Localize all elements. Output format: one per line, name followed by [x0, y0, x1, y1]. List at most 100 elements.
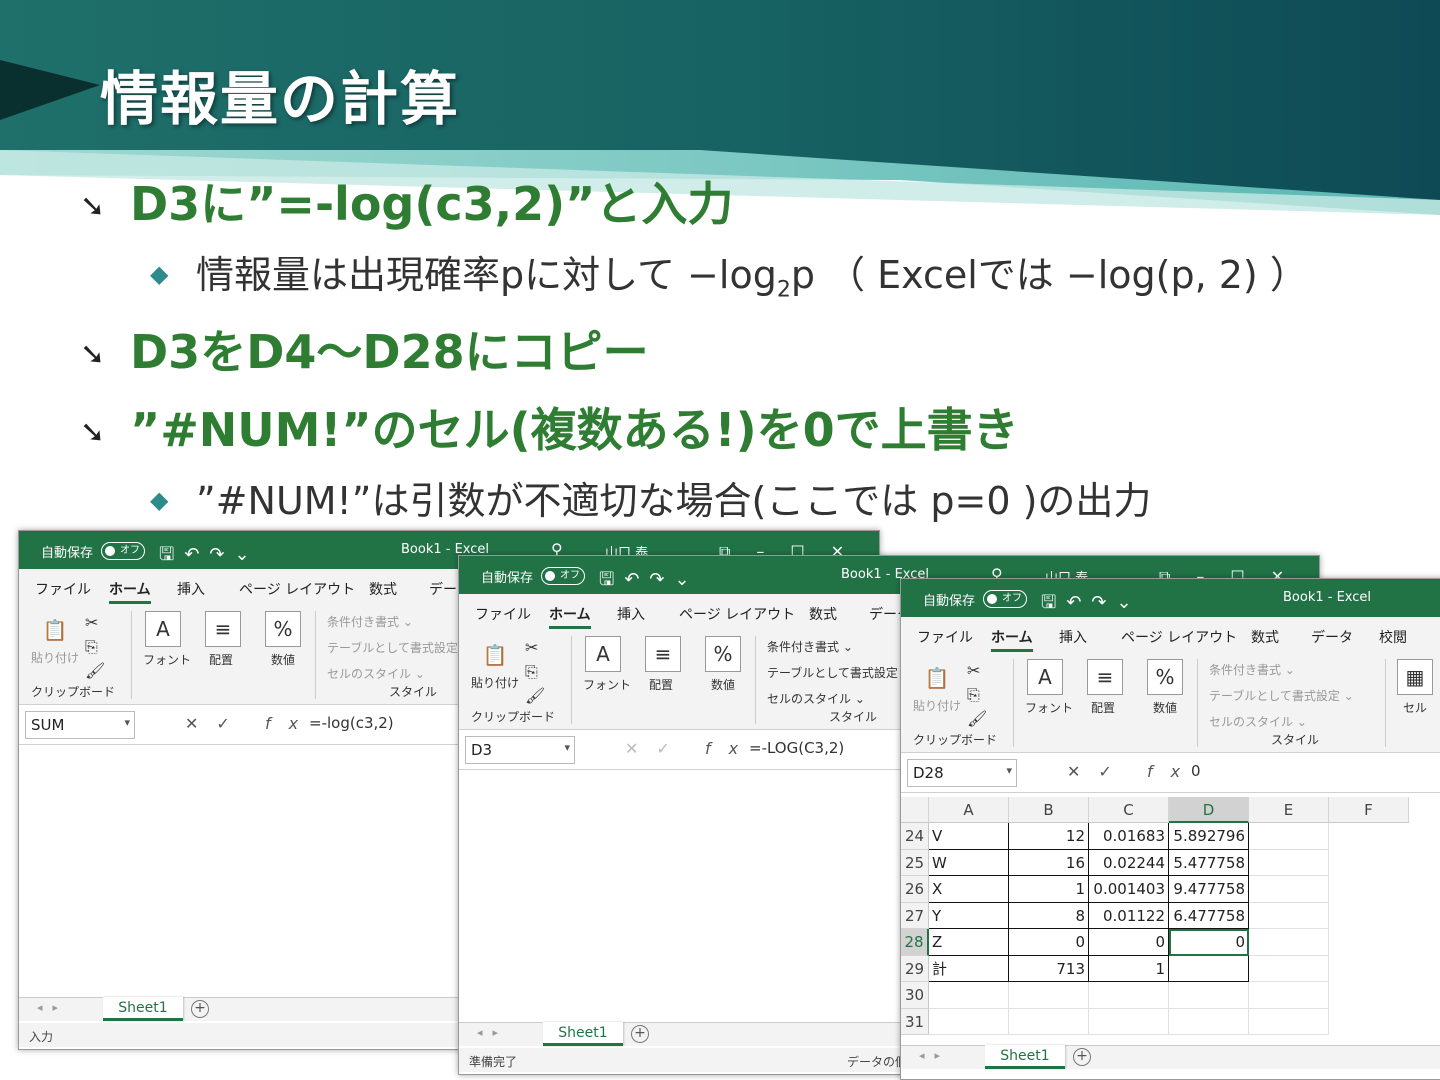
cell-e26[interactable]: [1249, 876, 1329, 903]
row-header[interactable]: 28: [901, 929, 929, 956]
align-icon[interactable]: ≡: [645, 636, 681, 672]
autosave-toggle[interactable]: オフ: [983, 590, 1027, 608]
cell-d31[interactable]: [1169, 1008, 1249, 1035]
tab-insert[interactable]: 挿入: [177, 579, 205, 599]
sheet-tab[interactable]: Sheet1: [985, 1045, 1065, 1069]
quick-access-icons[interactable]: 🖫↶↷⌄: [159, 542, 260, 572]
cell-d27[interactable]: 6.477758: [1169, 902, 1249, 929]
cut-icon[interactable]: ✂: [525, 638, 538, 657]
cell-d29[interactable]: [1169, 955, 1249, 982]
column-header[interactable]: B: [1009, 797, 1089, 823]
sheet-nav-icons[interactable]: ◂▸: [919, 1049, 950, 1062]
tab-file[interactable]: ファイル: [475, 604, 531, 624]
cell-e24[interactable]: [1249, 823, 1329, 850]
paste-icon[interactable]: 📋: [37, 613, 73, 649]
tab-home[interactable]: ホーム: [109, 579, 151, 604]
cell-b28[interactable]: 0: [1009, 929, 1089, 956]
conditional-format-button[interactable]: 条件付き書式 ⌄: [767, 638, 853, 655]
cell-a25[interactable]: W: [929, 849, 1009, 876]
name-box[interactable]: D3: [465, 736, 575, 764]
cell-a31[interactable]: [929, 1008, 1009, 1035]
row-header[interactable]: 30: [901, 982, 929, 1009]
cell-b27[interactable]: 8: [1009, 902, 1089, 929]
formula-input[interactable]: 0: [1191, 762, 1201, 780]
formula-input[interactable]: =-log(c3,2): [309, 714, 394, 732]
paste-icon[interactable]: 📋: [477, 638, 513, 674]
cell-b24[interactable]: 12: [1009, 823, 1089, 850]
cells-icon[interactable]: ▦: [1397, 659, 1433, 695]
row-header[interactable]: 29: [901, 955, 929, 982]
name-box[interactable]: D28: [907, 759, 1017, 787]
cell-d24[interactable]: 5.892796: [1169, 823, 1249, 850]
cell-c25[interactable]: 0.02244: [1089, 849, 1169, 876]
cell-c31[interactable]: [1089, 1008, 1169, 1035]
tab-formulas[interactable]: 数式: [1251, 627, 1279, 647]
tab-page-layout[interactable]: ページ レイアウト: [1121, 627, 1237, 647]
add-sheet-icon[interactable]: +: [191, 1000, 209, 1018]
conditional-format-button[interactable]: 条件付き書式 ⌄: [1209, 661, 1295, 678]
cell-c29[interactable]: 1: [1089, 955, 1169, 982]
format-painter-icon[interactable]: 🖌: [967, 709, 987, 728]
select-all-corner[interactable]: [901, 797, 929, 823]
tab-formulas[interactable]: 数式: [809, 604, 837, 624]
format-painter-icon[interactable]: 🖌: [525, 686, 545, 705]
tab-data[interactable]: データ: [1311, 627, 1353, 647]
cell-a26[interactable]: X: [929, 876, 1009, 903]
cell-a24[interactable]: V: [929, 823, 1009, 850]
quick-access-icons[interactable]: 🖫↶↷⌄: [1041, 590, 1142, 620]
sheet-nav-icons[interactable]: ◂▸: [37, 1001, 68, 1014]
row-header[interactable]: 31: [901, 1008, 929, 1035]
name-box[interactable]: SUM: [25, 711, 135, 739]
format-as-table-button[interactable]: テーブルとして書式設定 ⌄: [327, 639, 472, 656]
copy-icon[interactable]: ⎘: [525, 662, 538, 682]
cell-c26[interactable]: 0.001403: [1089, 876, 1169, 903]
cell-a27[interactable]: Y: [929, 902, 1009, 929]
tab-file[interactable]: ファイル: [35, 579, 91, 599]
row-header[interactable]: 27: [901, 902, 929, 929]
tab-file[interactable]: ファイル: [917, 627, 973, 647]
sheet-tab[interactable]: Sheet1: [543, 1022, 623, 1046]
quick-access-icons[interactable]: 🖫↶↷⌄: [599, 567, 700, 597]
cell-d28[interactable]: 0: [1169, 929, 1249, 956]
percent-icon[interactable]: %: [265, 611, 301, 647]
conditional-format-button[interactable]: 条件付き書式 ⌄: [327, 613, 413, 630]
cell-e31[interactable]: [1249, 1008, 1329, 1035]
column-header[interactable]: D: [1169, 797, 1249, 823]
tab-review[interactable]: 校閲: [1379, 627, 1407, 647]
formula-icons[interactable]: ✕✓: [625, 739, 688, 758]
cell-e27[interactable]: [1249, 902, 1329, 929]
tab-home[interactable]: ホーム: [991, 627, 1033, 652]
cell-b25[interactable]: 16: [1009, 849, 1089, 876]
cell-b26[interactable]: 1: [1009, 876, 1089, 903]
tab-insert[interactable]: 挿入: [617, 604, 645, 624]
cell-e30[interactable]: [1249, 982, 1329, 1009]
cut-icon[interactable]: ✂: [85, 613, 98, 632]
paste-icon[interactable]: 📋: [919, 661, 955, 697]
column-header[interactable]: F: [1329, 797, 1409, 823]
cell-style-button[interactable]: セルのスタイル ⌄: [327, 665, 425, 682]
cell-b29[interactable]: 713: [1009, 955, 1089, 982]
cell-style-button[interactable]: セルのスタイル ⌄: [767, 690, 865, 707]
align-icon[interactable]: ≡: [205, 611, 241, 647]
cell-a28[interactable]: Z: [929, 929, 1009, 956]
cell-style-button[interactable]: セルのスタイル ⌄: [1209, 713, 1307, 730]
column-header[interactable]: C: [1089, 797, 1169, 823]
cell-c24[interactable]: 0.01683: [1089, 823, 1169, 850]
format-painter-icon[interactable]: 🖌: [85, 661, 105, 680]
cell-c28[interactable]: 0: [1089, 929, 1169, 956]
sheet-tab[interactable]: Sheet1: [103, 997, 183, 1021]
percent-icon[interactable]: %: [705, 636, 741, 672]
cell-e29[interactable]: [1249, 955, 1329, 982]
format-as-table-button[interactable]: テーブルとして書式設定 ⌄: [767, 664, 912, 681]
cell-a30[interactable]: [929, 982, 1009, 1009]
cell-b31[interactable]: [1009, 1008, 1089, 1035]
cell-d26[interactable]: 9.477758: [1169, 876, 1249, 903]
cell-c30[interactable]: [1089, 982, 1169, 1009]
tab-page-layout[interactable]: ページ レイアウト: [679, 604, 795, 624]
formula-input[interactable]: =-LOG(C3,2): [749, 739, 844, 757]
align-icon[interactable]: ≡: [1087, 659, 1123, 695]
row-header[interactable]: 26: [901, 876, 929, 903]
cell-d30[interactable]: [1169, 982, 1249, 1009]
tab-formulas[interactable]: 数式: [369, 579, 397, 599]
formula-icons[interactable]: ✕✓: [1067, 762, 1130, 781]
